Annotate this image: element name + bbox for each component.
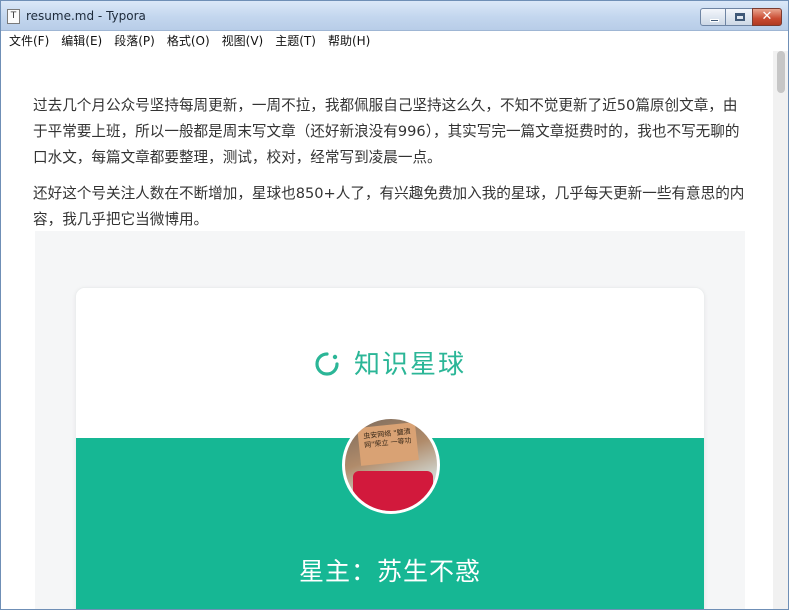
vertical-scrollbar[interactable] bbox=[773, 51, 788, 609]
maximize-button[interactable] bbox=[725, 8, 753, 26]
minimize-button[interactable] bbox=[700, 8, 726, 26]
typora-icon[interactable]: T bbox=[7, 9, 20, 24]
maximize-icon bbox=[735, 13, 745, 21]
embedded-image[interactable]: 知识星球 虫安网络 "鹽漬网"荣立 一等功 星主：苏生不惑 bbox=[35, 231, 745, 609]
menu-paragraph[interactable]: 段落(P) bbox=[108, 31, 161, 51]
title-bar[interactable]: T resume.md - Typora ✕ bbox=[1, 1, 788, 31]
paragraph[interactable]: 过去几个月公众号坚持每周更新，一周不拉，我都佩服自己坚持这么久，不知不觉更新了近… bbox=[33, 93, 745, 171]
owner-name: 星主：苏生不惑 bbox=[298, 557, 481, 586]
menu-format[interactable]: 格式(O) bbox=[161, 31, 216, 51]
brand-title: 知识星球 bbox=[76, 344, 704, 381]
avatar-cloth bbox=[353, 471, 433, 511]
close-icon: ✕ bbox=[761, 9, 773, 24]
close-button[interactable]: ✕ bbox=[752, 8, 782, 26]
minimize-icon bbox=[710, 19, 719, 22]
paragraph[interactable]: 还好这个号关注人数在不断增加，星球也850+人了，有兴趣免费加入我的星球，几乎每… bbox=[33, 181, 745, 233]
avatar-sign: 虫安网络 "鹽漬网"荣立 一等功 bbox=[357, 422, 419, 466]
window-title: resume.md - Typora bbox=[26, 9, 146, 23]
brand-text: 知识星球 bbox=[353, 350, 466, 380]
planet-card: 知识星球 虫安网络 "鹽漬网"荣立 一等功 星主：苏生不惑 bbox=[75, 287, 705, 609]
menu-file[interactable]: 文件(F) bbox=[3, 31, 55, 51]
avatar: 虫安网络 "鹽漬网"荣立 一等功 bbox=[342, 416, 440, 514]
menu-theme[interactable]: 主题(T) bbox=[269, 31, 322, 51]
menu-help[interactable]: 帮助(H) bbox=[322, 31, 376, 51]
menu-edit[interactable]: 编辑(E) bbox=[55, 31, 108, 51]
planet-logo-icon bbox=[315, 352, 339, 376]
window-controls: ✕ bbox=[700, 8, 782, 26]
menu-bar: 文件(F) 编辑(E) 段落(P) 格式(O) 视图(V) 主题(T) 帮助(H… bbox=[1, 31, 788, 51]
menu-view[interactable]: 视图(V) bbox=[216, 31, 270, 51]
typora-window: T resume.md - Typora ✕ 文件(F) 编辑(E) 段落(P)… bbox=[0, 0, 789, 610]
editor-content[interactable]: 过去几个月公众号坚持每周更新，一周不拉，我都佩服自己坚持这么久，不知不觉更新了近… bbox=[1, 51, 773, 609]
scroll-thumb[interactable] bbox=[777, 51, 785, 93]
